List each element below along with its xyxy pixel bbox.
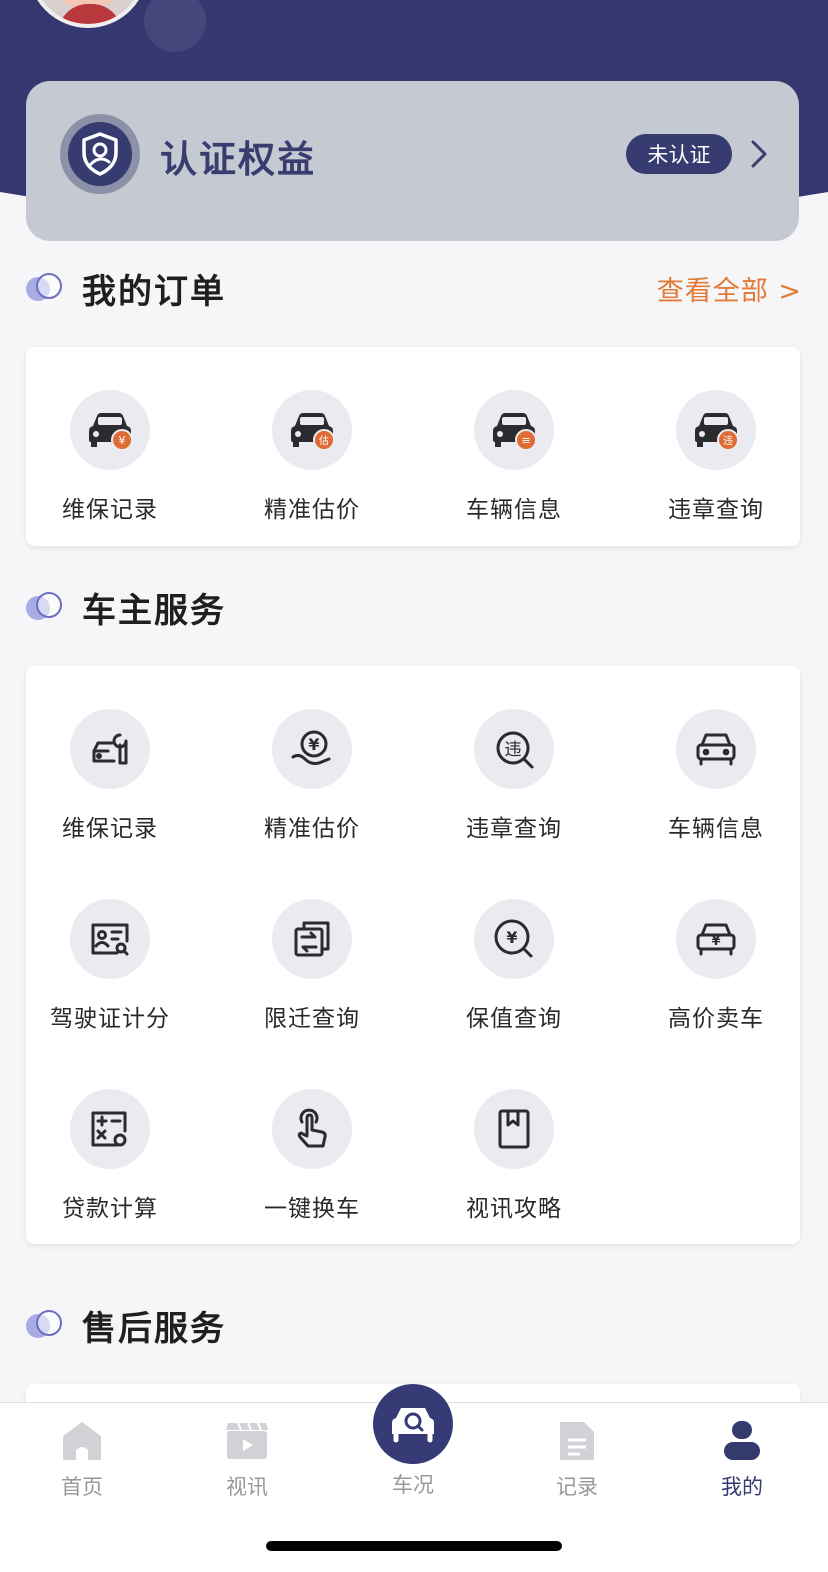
car-info-badge-icon: ≡ — [474, 390, 554, 470]
car-wrench-badge-icon: ¥ — [70, 390, 150, 470]
home-indicator[interactable] — [266, 1541, 562, 1551]
svg-text:¥: ¥ — [308, 735, 319, 754]
order-item-vehicle-info[interactable]: ≡ 车辆信息 — [434, 390, 594, 540]
person-icon — [720, 1419, 764, 1463]
service-label: 精准估价 — [264, 816, 360, 842]
orders-section-header: 我的订单 查看全部 > — [26, 265, 802, 312]
certification-card[interactable]: 认证权益 未认证 — [26, 81, 799, 241]
status-badge: 未认证 — [626, 134, 732, 174]
order-item-maintenance[interactable]: ¥ 维保记录 — [30, 390, 190, 540]
section-bubble-icon — [26, 1310, 64, 1340]
order-item-violation[interactable]: 违 违章查询 — [636, 390, 796, 540]
tab-label: 视讯 — [226, 1475, 268, 1499]
svg-text:¥: ¥ — [119, 434, 126, 447]
service-trade-in[interactable]: 一键换车 — [232, 1089, 392, 1239]
license-card-icon — [70, 899, 150, 979]
owner-services-title: 车主服务 — [82, 590, 226, 631]
section-bubble-icon — [26, 273, 64, 303]
tap-hand-icon — [272, 1089, 352, 1169]
document-icon — [555, 1419, 599, 1463]
tab-label: 我的 — [721, 1475, 763, 1499]
view-all-orders-link[interactable]: 查看全部 > — [657, 269, 802, 308]
service-sell-car[interactable]: ¥ 高价卖车 — [636, 899, 796, 1049]
svg-text:≡: ≡ — [521, 434, 530, 447]
order-item-label: 违章查询 — [668, 497, 764, 523]
tab-video[interactable]: 视讯 — [187, 1403, 307, 1513]
bookmark-book-icon — [474, 1089, 554, 1169]
svg-text:违: 违 — [505, 740, 522, 760]
tab-car-status-button[interactable] — [373, 1384, 453, 1464]
shield-user-icon — [60, 114, 140, 194]
after-sales-section-header: 售后服务 — [26, 1302, 802, 1349]
service-label: 视讯攻略 — [466, 1196, 562, 1222]
after-sales-title: 售后服务 — [82, 1308, 226, 1349]
yen-hand-icon: ¥ — [272, 709, 352, 789]
order-item-label: 精准估价 — [264, 497, 360, 523]
tab-label: 首页 — [61, 1475, 103, 1499]
svg-text:违: 违 — [723, 435, 733, 447]
car-estimate-badge-icon: 估 — [272, 390, 352, 470]
service-label: 贷款计算 — [62, 1196, 158, 1222]
service-label: 违章查询 — [466, 816, 562, 842]
service-transfer[interactable]: 限迁查询 — [232, 899, 392, 1049]
service-video-guide[interactable]: 视讯攻略 — [434, 1089, 594, 1239]
service-label: 保值查询 — [466, 1006, 562, 1032]
chevron-right-icon — [751, 140, 767, 168]
service-label: 高价卖车 — [668, 1006, 764, 1032]
transfer-icon — [272, 899, 352, 979]
svg-text:¥: ¥ — [711, 934, 720, 949]
calculator-icon — [70, 1089, 150, 1169]
owner-services-card: 维保记录 ¥ 精准估价 违 违章查询 车辆信息 驾驶证计分 限迁查询 ¥ 保值查… — [26, 666, 800, 1244]
tab-mine[interactable]: 我的 — [682, 1403, 802, 1513]
video-icon — [225, 1419, 269, 1463]
owner-services-section-header: 车主服务 — [26, 584, 802, 631]
car-yen-icon: ¥ — [676, 899, 756, 979]
certification-title: 认证权益 — [160, 138, 316, 181]
service-label: 维保记录 — [62, 816, 158, 842]
service-label: 驾驶证计分 — [50, 1006, 170, 1032]
tab-car-status-label: 车况 — [392, 1473, 434, 1497]
service-license-points[interactable]: 驾驶证计分 — [30, 899, 190, 1049]
service-label: 一键换车 — [264, 1196, 360, 1222]
service-label: 车辆信息 — [668, 816, 764, 842]
service-vehicle-info[interactable]: 车辆信息 — [636, 709, 796, 859]
yen-search-icon: ¥ — [474, 899, 554, 979]
service-value-retention[interactable]: ¥ 保值查询 — [434, 899, 594, 1049]
car-wrench-icon — [70, 709, 150, 789]
orders-card: ¥ 维保记录 估 精准估价 ≡ 车辆信息 违 违章查询 — [26, 347, 800, 546]
car-search-icon — [392, 1408, 434, 1443]
section-bubble-icon — [26, 592, 64, 622]
service-maintenance[interactable]: 维保记录 — [30, 709, 190, 859]
service-estimate[interactable]: ¥ 精准估价 — [232, 709, 392, 859]
orders-title: 我的订单 — [82, 271, 226, 312]
home-icon — [60, 1419, 104, 1463]
order-item-label: 车辆信息 — [466, 497, 562, 523]
svg-text:估: 估 — [319, 434, 329, 447]
car-front-icon — [676, 709, 756, 789]
tab-records[interactable]: 记录 — [517, 1403, 637, 1513]
violation-search-icon: 违 — [474, 709, 554, 789]
tab-home[interactable]: 首页 — [22, 1403, 142, 1513]
order-item-label: 维保记录 — [62, 497, 158, 523]
service-label: 限迁查询 — [264, 1006, 360, 1032]
order-item-estimate[interactable]: 估 精准估价 — [232, 390, 392, 540]
tab-label: 记录 — [556, 1475, 598, 1499]
service-loan-calc[interactable]: 贷款计算 — [30, 1089, 190, 1239]
svg-text:¥: ¥ — [506, 928, 517, 947]
service-violation[interactable]: 违 违章查询 — [434, 709, 594, 859]
car-violation-badge-icon: 违 — [676, 390, 756, 470]
